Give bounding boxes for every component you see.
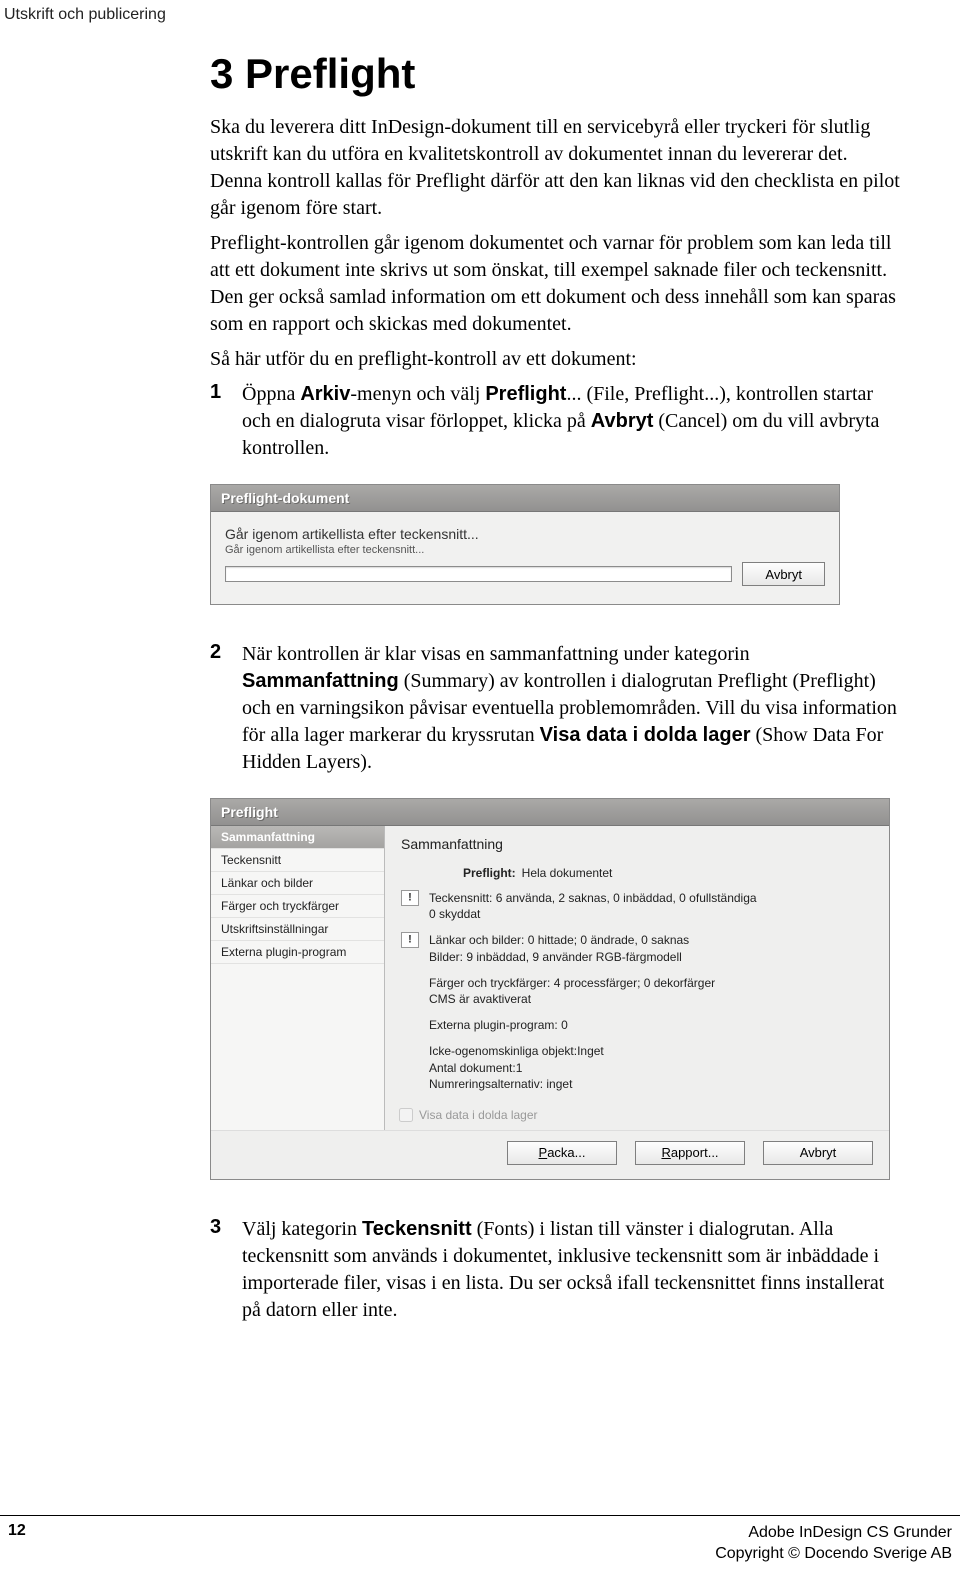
step-3-body: Välj kategorin Teckensnitt (Fonts) i lis…: [242, 1216, 900, 1324]
links-summary-line2: Bilder: 9 inbäddad, 9 använder RGB-färgm…: [429, 949, 689, 965]
sidebar-item-colors[interactable]: Färger och tryckfärger: [211, 895, 384, 918]
sidebar-item-print[interactable]: Utskriftsinställningar: [211, 918, 384, 941]
header-title: Utskrift och publicering: [4, 6, 166, 23]
preflight-scope-value: Hela dokumentet: [522, 866, 613, 880]
sidebar-item-links[interactable]: Länkar och bilder: [211, 872, 384, 895]
page-footer: 12 Adobe InDesign CS Grunder Copyright ©…: [0, 1515, 960, 1565]
numbering-summary: Numreringsalternativ: inget: [429, 1076, 873, 1092]
step-3-number: 3: [210, 1216, 232, 1324]
progress-bar: [225, 566, 732, 582]
step-1-body: Öppna Arkiv-menyn och välj Preflight... …: [242, 381, 900, 462]
show-hidden-layers-checkbox[interactable]: Visa data i dolda lager: [399, 1108, 873, 1122]
dialog1-status-main: Går igenom artikellista efter teckensnit…: [225, 526, 825, 542]
dialog1-body: Går igenom artikellista efter teckensnit…: [211, 512, 839, 604]
paragraph-1: Ska du leverera ditt InDesign-dokument t…: [210, 114, 900, 222]
footer-right: Adobe InDesign CS Grunder Copyright © Do…: [715, 1522, 952, 1565]
warning-icon: [401, 932, 419, 948]
paragraph-2: Preflight-kontrollen går igenom dokument…: [210, 230, 900, 338]
step-1-number: 1: [210, 381, 232, 462]
cancel-button[interactable]: Avbryt: [742, 562, 825, 586]
preflight-summary-dialog: Preflight Sammanfattning Teckensnitt Län…: [210, 798, 890, 1180]
page-header: Utskrift och publicering: [0, 0, 960, 24]
step-3: 3 Välj kategorin Teckensnitt (Fonts) i l…: [210, 1216, 900, 1324]
links-warning-row: Länkar och bilder: 0 hittade; 0 ändrade,…: [401, 932, 873, 964]
fonts-summary-line1: Teckensnitt: 6 använda, 2 saknas, 0 inbä…: [429, 890, 757, 906]
footer-copyright: Copyright © Docendo Sverige AB: [715, 1543, 952, 1565]
cancel-button-2[interactable]: Avbryt: [763, 1141, 873, 1165]
warning-icon: [401, 890, 419, 906]
section-heading: 3 Preflight: [210, 50, 900, 98]
doc-count-summary: Antal dokument:1: [429, 1060, 873, 1076]
dialog2-titlebar: Preflight: [211, 799, 889, 826]
summary-title: Sammanfattning: [401, 836, 873, 852]
preflight-scope: Preflight: Hela dokumentet: [463, 866, 873, 880]
fonts-warning-row: Teckensnitt: 6 använda, 2 saknas, 0 inbä…: [401, 890, 873, 922]
report-button[interactable]: Rapport...: [635, 1141, 745, 1165]
category-sidebar: Sammanfattning Teckensnitt Länkar och bi…: [211, 826, 385, 1130]
step-2-body: När kontrollen är klar visas en sammanfa…: [242, 641, 900, 776]
plugins-summary: Externa plugin-program: 0: [429, 1017, 873, 1033]
links-summary-line1: Länkar och bilder: 0 hittade; 0 ändrade,…: [429, 932, 689, 948]
sidebar-item-plugins[interactable]: Externa plugin-program: [211, 941, 384, 964]
preflight-progress-dialog: Preflight-dokument Går igenom artikellis…: [210, 484, 840, 605]
main-content: 3 Preflight Ska du leverera ditt InDesig…: [210, 50, 900, 1346]
package-button[interactable]: Packa...: [507, 1141, 617, 1165]
colors-summary-line2: CMS är avaktiverat: [429, 991, 873, 1007]
show-hidden-layers-input[interactable]: [399, 1108, 413, 1122]
footer-title: Adobe InDesign CS Grunder: [715, 1522, 952, 1544]
colors-summary-line1: Färger och tryckfärger: 4 processfärger;…: [429, 975, 873, 991]
dialog2-footer: Packa... Rapport... Avbryt: [211, 1130, 889, 1179]
sidebar-item-fonts[interactable]: Teckensnitt: [211, 849, 384, 872]
dialog2-body: Sammanfattning Teckensnitt Länkar och bi…: [211, 826, 889, 1130]
show-hidden-layers-label: Visa data i dolda lager: [419, 1108, 538, 1122]
step-1: 1 Öppna Arkiv-menyn och välj Preflight..…: [210, 381, 900, 462]
dialog1-status-sub: Går igenom artikellista efter teckensnit…: [225, 544, 825, 556]
dialog1-titlebar: Preflight-dokument: [211, 485, 839, 512]
preflight-scope-label: Preflight:: [463, 866, 516, 880]
opacity-summary: Icke-ogenomskinliga objekt:Inget: [429, 1043, 873, 1059]
sidebar-item-summary[interactable]: Sammanfattning: [211, 826, 384, 849]
body-text: Ska du leverera ditt InDesign-dokument t…: [210, 114, 900, 373]
summary-panel: Sammanfattning Preflight: Hela dokumente…: [385, 826, 889, 1130]
step-2: 2 När kontrollen är klar visas en samman…: [210, 641, 900, 776]
page-number: 12: [8, 1522, 26, 1565]
fonts-summary-line2: 0 skyddat: [429, 906, 757, 922]
paragraph-3: Så här utför du en preflight-kontroll av…: [210, 346, 900, 373]
step-2-number: 2: [210, 641, 232, 776]
